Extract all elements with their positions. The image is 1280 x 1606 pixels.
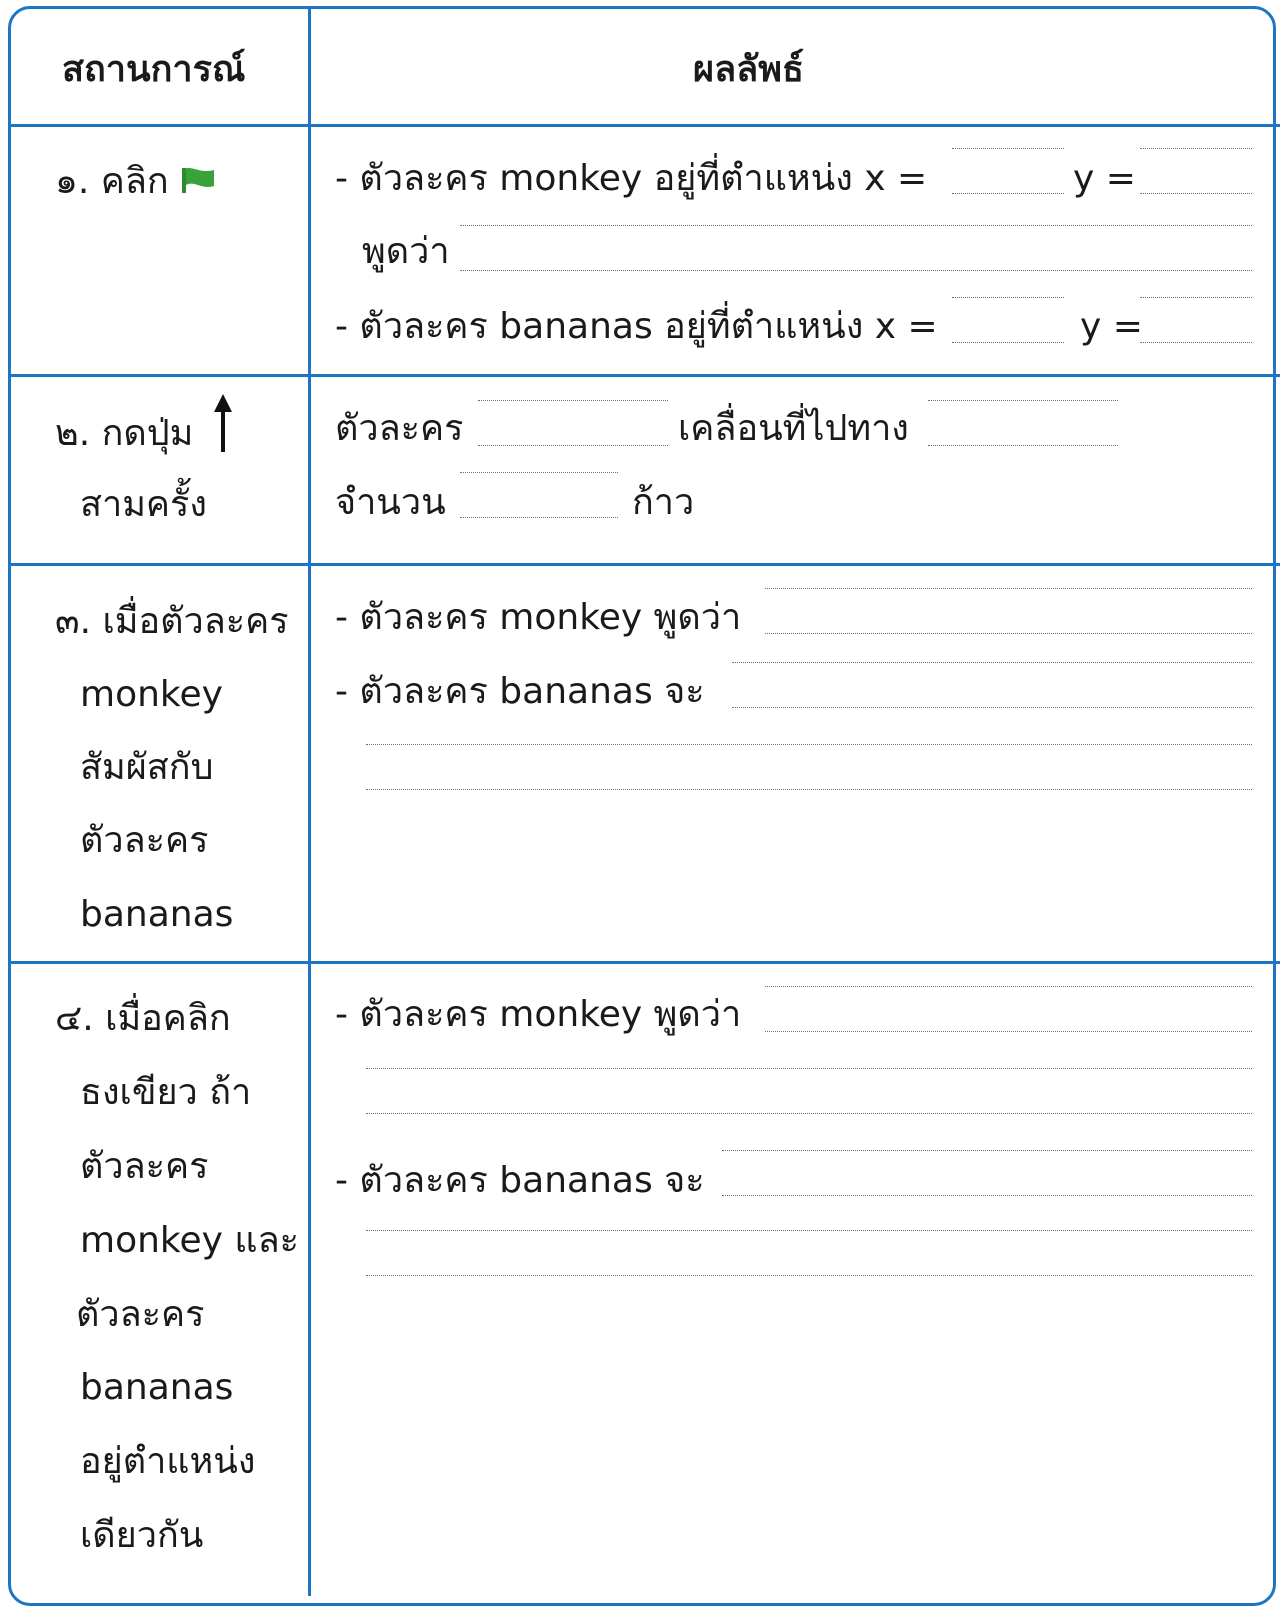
row1-y-label: y = xyxy=(1080,306,1143,347)
answer-blank[interactable] xyxy=(928,400,1118,446)
row4-situation-line: bananas xyxy=(80,1367,234,1408)
answer-blank[interactable] xyxy=(765,986,1252,1032)
answer-blank[interactable] xyxy=(366,1230,1252,1276)
row1-y-label: y = xyxy=(1073,158,1136,199)
row-divider xyxy=(8,961,1280,964)
row3-result-line: - ตัวละคร monkey พูดว่า xyxy=(335,597,742,638)
row2-result-middle: เคลื่อนที่ไปทาง xyxy=(678,408,909,449)
row2-result-suffix: ก้าว xyxy=(632,482,695,523)
header-situation: สถานการณ์ xyxy=(62,49,246,90)
row3-situation-line: monkey xyxy=(80,674,223,715)
row4-result-line: - ตัวละคร bananas จะ xyxy=(335,1160,705,1201)
row2-result-line: จำนวน xyxy=(335,482,446,523)
row1-result-line: พูดว่า xyxy=(362,231,450,272)
row1-result-line: - ตัวละคร monkey อยู่ที่ตำแหน่ง x = xyxy=(335,158,928,199)
row4-situation-line: อยู่ตำแหน่ง xyxy=(80,1441,256,1482)
row4-situation-line: เดียวกัน xyxy=(80,1515,204,1556)
answer-blank[interactable] xyxy=(1140,148,1252,194)
answer-blank[interactable] xyxy=(722,1150,1252,1196)
row4-situation-line: monkey และ xyxy=(80,1220,299,1261)
row3-situation-line: สัมผัสกับ xyxy=(80,747,214,788)
column-divider xyxy=(308,6,311,1596)
row-divider xyxy=(8,374,1280,377)
header-divider xyxy=(8,124,1280,127)
row1-result-line: - ตัวละคร bananas อยู่ที่ตำแหน่ง x = xyxy=(335,306,938,347)
answer-blank[interactable] xyxy=(1140,297,1252,343)
answer-blank[interactable] xyxy=(732,662,1252,708)
row3-situation-line: bananas xyxy=(80,894,234,935)
row4-situation-line: ตัวละคร xyxy=(80,1146,209,1187)
row3-result-line: - ตัวละคร bananas จะ xyxy=(335,671,705,712)
green-flag-icon xyxy=(182,167,214,193)
row2-result-line: ตัวละคร xyxy=(335,408,464,449)
answer-blank[interactable] xyxy=(366,1068,1252,1114)
header-result: ผลลัพธ์ xyxy=(693,49,804,90)
answer-blank[interactable] xyxy=(366,744,1252,790)
row4-situation-line: ธงเขียว ถ้า xyxy=(80,1072,252,1113)
answer-blank[interactable] xyxy=(952,148,1064,194)
answer-blank[interactable] xyxy=(765,588,1252,634)
answer-blank[interactable] xyxy=(478,400,668,446)
answer-blank[interactable] xyxy=(460,225,1252,271)
row4-situation-line: ตัวละคร xyxy=(76,1294,205,1335)
row1-situation-line: ๑. คลิก xyxy=(55,161,169,202)
row-divider xyxy=(8,563,1280,566)
up-arrow-icon xyxy=(214,394,232,452)
answer-blank[interactable] xyxy=(460,472,618,518)
row2-situation-line: สามครั้ง xyxy=(80,484,207,525)
row4-situation-line: ๔. เมื่อคลิก xyxy=(55,998,231,1039)
answer-blank[interactable] xyxy=(952,297,1064,343)
row3-situation-line: ตัวละคร xyxy=(80,820,209,861)
row3-situation-line: ๓. เมื่อตัวละคร xyxy=(55,601,289,642)
row2-situation-line: ๒. กดปุ่ม xyxy=(55,413,194,454)
row4-result-line: - ตัวละคร monkey พูดว่า xyxy=(335,994,742,1035)
